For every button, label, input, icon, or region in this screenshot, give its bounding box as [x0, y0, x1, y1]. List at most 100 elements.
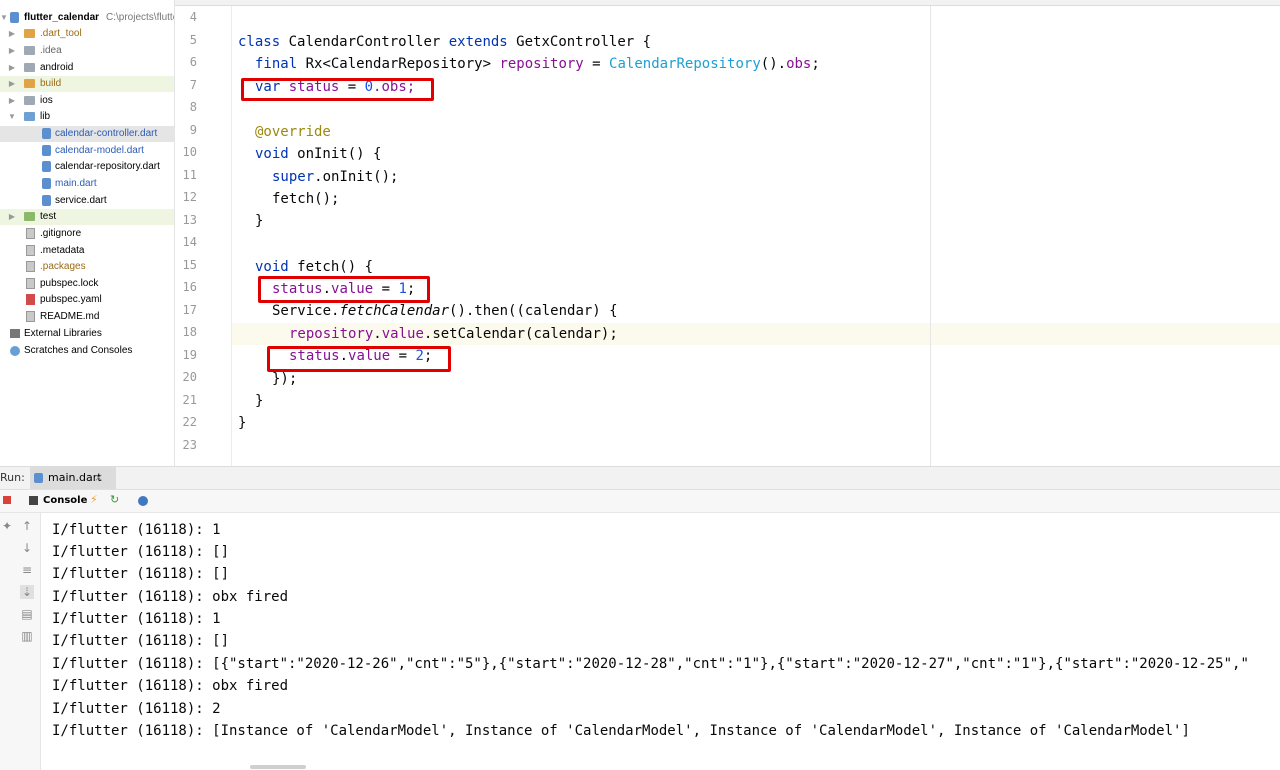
- tree-item-metadata[interactable]: .metadata: [0, 243, 174, 259]
- field-name: value: [381, 326, 424, 342]
- tree-item-label: android: [40, 62, 74, 73]
- line-number: 7: [189, 77, 197, 92]
- dart-file-icon: [42, 161, 51, 172]
- tree-item-readme[interactable]: README.md: [0, 309, 174, 325]
- soft-wrap-icon[interactable]: ≡: [20, 563, 34, 577]
- tree-item-idea[interactable]: ▶ .idea: [0, 43, 174, 59]
- tree-item-calendar-repository[interactable]: calendar-repository.dart: [0, 159, 174, 175]
- constructor-call: CalendarRepository: [609, 56, 761, 72]
- run-tab-main[interactable]: main.dart ×: [30, 467, 116, 489]
- pin-icon[interactable]: ✦: [0, 519, 14, 533]
- scroll-to-end-icon[interactable]: ⇣: [20, 585, 34, 599]
- stop-icon[interactable]: [3, 496, 11, 504]
- console-line: I/flutter (16118): obx fired: [52, 589, 289, 605]
- console-line: I/flutter (16118): [{"start":"2020-12-26…: [52, 656, 1249, 672]
- tree-item-dart-tool[interactable]: ▶ .dart_tool: [0, 26, 174, 42]
- highlight-box: [241, 78, 434, 101]
- dart-file-icon: [42, 178, 51, 189]
- line-number: 20: [182, 370, 197, 384]
- line-number: 14: [182, 235, 197, 249]
- down-arrow-icon[interactable]: ↓: [20, 541, 34, 555]
- tree-item-build[interactable]: ▶ build: [0, 76, 174, 92]
- folder-icon: [24, 63, 35, 72]
- line-number: 6: [189, 55, 197, 69]
- code-editor[interactable]: class CalendarController extends GetxCon…: [232, 6, 1280, 466]
- chevron-right-icon[interactable]: ▶: [8, 76, 16, 92]
- dart-file-icon: [42, 128, 51, 139]
- code-line-21: }: [255, 390, 263, 412]
- tree-item-label: .metadata: [40, 245, 85, 256]
- line-number: 18: [182, 325, 197, 339]
- tree-item-label: README.md: [40, 311, 100, 322]
- project-tree[interactable]: ▼ flutter_calendar C:\projects\flutte ▶ …: [0, 0, 175, 466]
- ide-top-area: ▼ flutter_calendar C:\projects\flutte ▶ …: [0, 0, 1280, 466]
- chevron-down-icon[interactable]: ▼: [8, 109, 16, 125]
- chevron-right-icon[interactable]: ▶: [8, 93, 16, 109]
- tree-item-service[interactable]: service.dart: [0, 193, 174, 209]
- code-text: fetch();: [272, 191, 340, 207]
- line-number: 16: [182, 280, 197, 294]
- line-number: 23: [182, 437, 197, 452]
- tree-item-label: build: [40, 78, 62, 89]
- line-number: 10: [182, 145, 197, 159]
- tree-item-calendar-controller[interactable]: calendar-controller.dart: [0, 126, 174, 142]
- tree-item-test[interactable]: ▶ test: [0, 209, 174, 225]
- keyword: class: [238, 34, 281, 50]
- static-method: fetchCalendar: [339, 303, 450, 319]
- editor-gutter[interactable]: 4 5 6 7 8 9 10 11 12 13 14 15 16 17 18 19 20 21 22 23: [175, 6, 232, 466]
- close-icon[interactable]: ×: [94, 471, 103, 484]
- horizontal-scrollbar[interactable]: [250, 765, 306, 769]
- print-icon[interactable]: ▤: [20, 607, 34, 621]
- field-name: repository: [289, 326, 374, 342]
- tree-item-ios[interactable]: ▶ ios: [0, 93, 174, 109]
- tree-item-pubspec-yaml[interactable]: pubspec.yaml: [0, 292, 174, 308]
- line-number: 21: [182, 392, 197, 407]
- chevron-right-icon[interactable]: ▶: [8, 26, 16, 42]
- hot-reload-icon[interactable]: ⚡: [90, 493, 98, 506]
- class-name: CalendarController: [280, 34, 449, 50]
- console-line: I/flutter (16118): obx fired: [52, 678, 289, 694]
- file-icon: [26, 311, 35, 322]
- project-root-path: C:\projects\flutte: [106, 12, 174, 23]
- tree-item-main[interactable]: main.dart: [0, 176, 174, 192]
- chevron-right-icon[interactable]: ▶: [8, 43, 16, 59]
- chevron-down-icon[interactable]: ▼: [0, 10, 8, 26]
- highlight-box: [258, 276, 430, 303]
- tree-item-gitignore[interactable]: .gitignore: [0, 226, 174, 242]
- project-root[interactable]: ▼ flutter_calendar C:\projects\flutte: [0, 10, 174, 26]
- chevron-right-icon[interactable]: ▶: [8, 209, 16, 225]
- code-line-12: fetch();: [272, 188, 339, 210]
- keyword: void: [255, 146, 289, 162]
- tree-item-lib[interactable]: ▼ lib: [0, 109, 174, 125]
- run-panel: Run: main.dart × Console ⚡ ↻ ✦ ↑ ↓ ≡ ⇣ ▤…: [0, 466, 1280, 770]
- tree-item-pubspec-lock[interactable]: pubspec.lock: [0, 276, 174, 292]
- line-number: 5: [189, 32, 197, 47]
- chevron-right-icon[interactable]: ▶: [8, 60, 16, 76]
- tree-item-label: main.dart: [55, 178, 97, 189]
- line-number: 8: [189, 100, 197, 114]
- code-text: fetch() {: [288, 259, 374, 275]
- tree-item-label: pubspec.lock: [40, 278, 99, 289]
- keyword: void: [255, 259, 289, 275]
- tree-item-android[interactable]: ▶ android: [0, 60, 174, 76]
- code-line-6: final Rx<CalendarRepository> repository …: [255, 53, 820, 75]
- console-tab-label[interactable]: Console: [43, 495, 87, 506]
- flutter-icon: [10, 12, 19, 23]
- code-line-15: void fetch() {: [255, 256, 373, 278]
- tree-item-calendar-model[interactable]: calendar-model.dart: [0, 143, 174, 159]
- tree-item-packages[interactable]: .packages: [0, 259, 174, 275]
- hot-restart-icon[interactable]: ↻: [110, 493, 119, 506]
- operator: =: [583, 56, 610, 72]
- tree-item-external-libraries[interactable]: External Libraries: [0, 326, 174, 342]
- up-arrow-icon[interactable]: ↑: [20, 519, 34, 533]
- field-name: repository: [499, 56, 584, 72]
- tree-item-label: .idea: [40, 45, 62, 56]
- type-name: Rx<CalendarRepository>: [297, 56, 500, 72]
- tree-item-scratches[interactable]: Scratches and Consoles: [0, 343, 174, 359]
- code-text: Service.: [272, 303, 340, 319]
- code-text: ().then((calendar) {: [449, 303, 618, 319]
- trash-icon[interactable]: ▥: [20, 629, 34, 643]
- devtools-icon[interactable]: [138, 496, 148, 506]
- file-icon: [26, 228, 35, 239]
- annotation: @override: [255, 124, 331, 140]
